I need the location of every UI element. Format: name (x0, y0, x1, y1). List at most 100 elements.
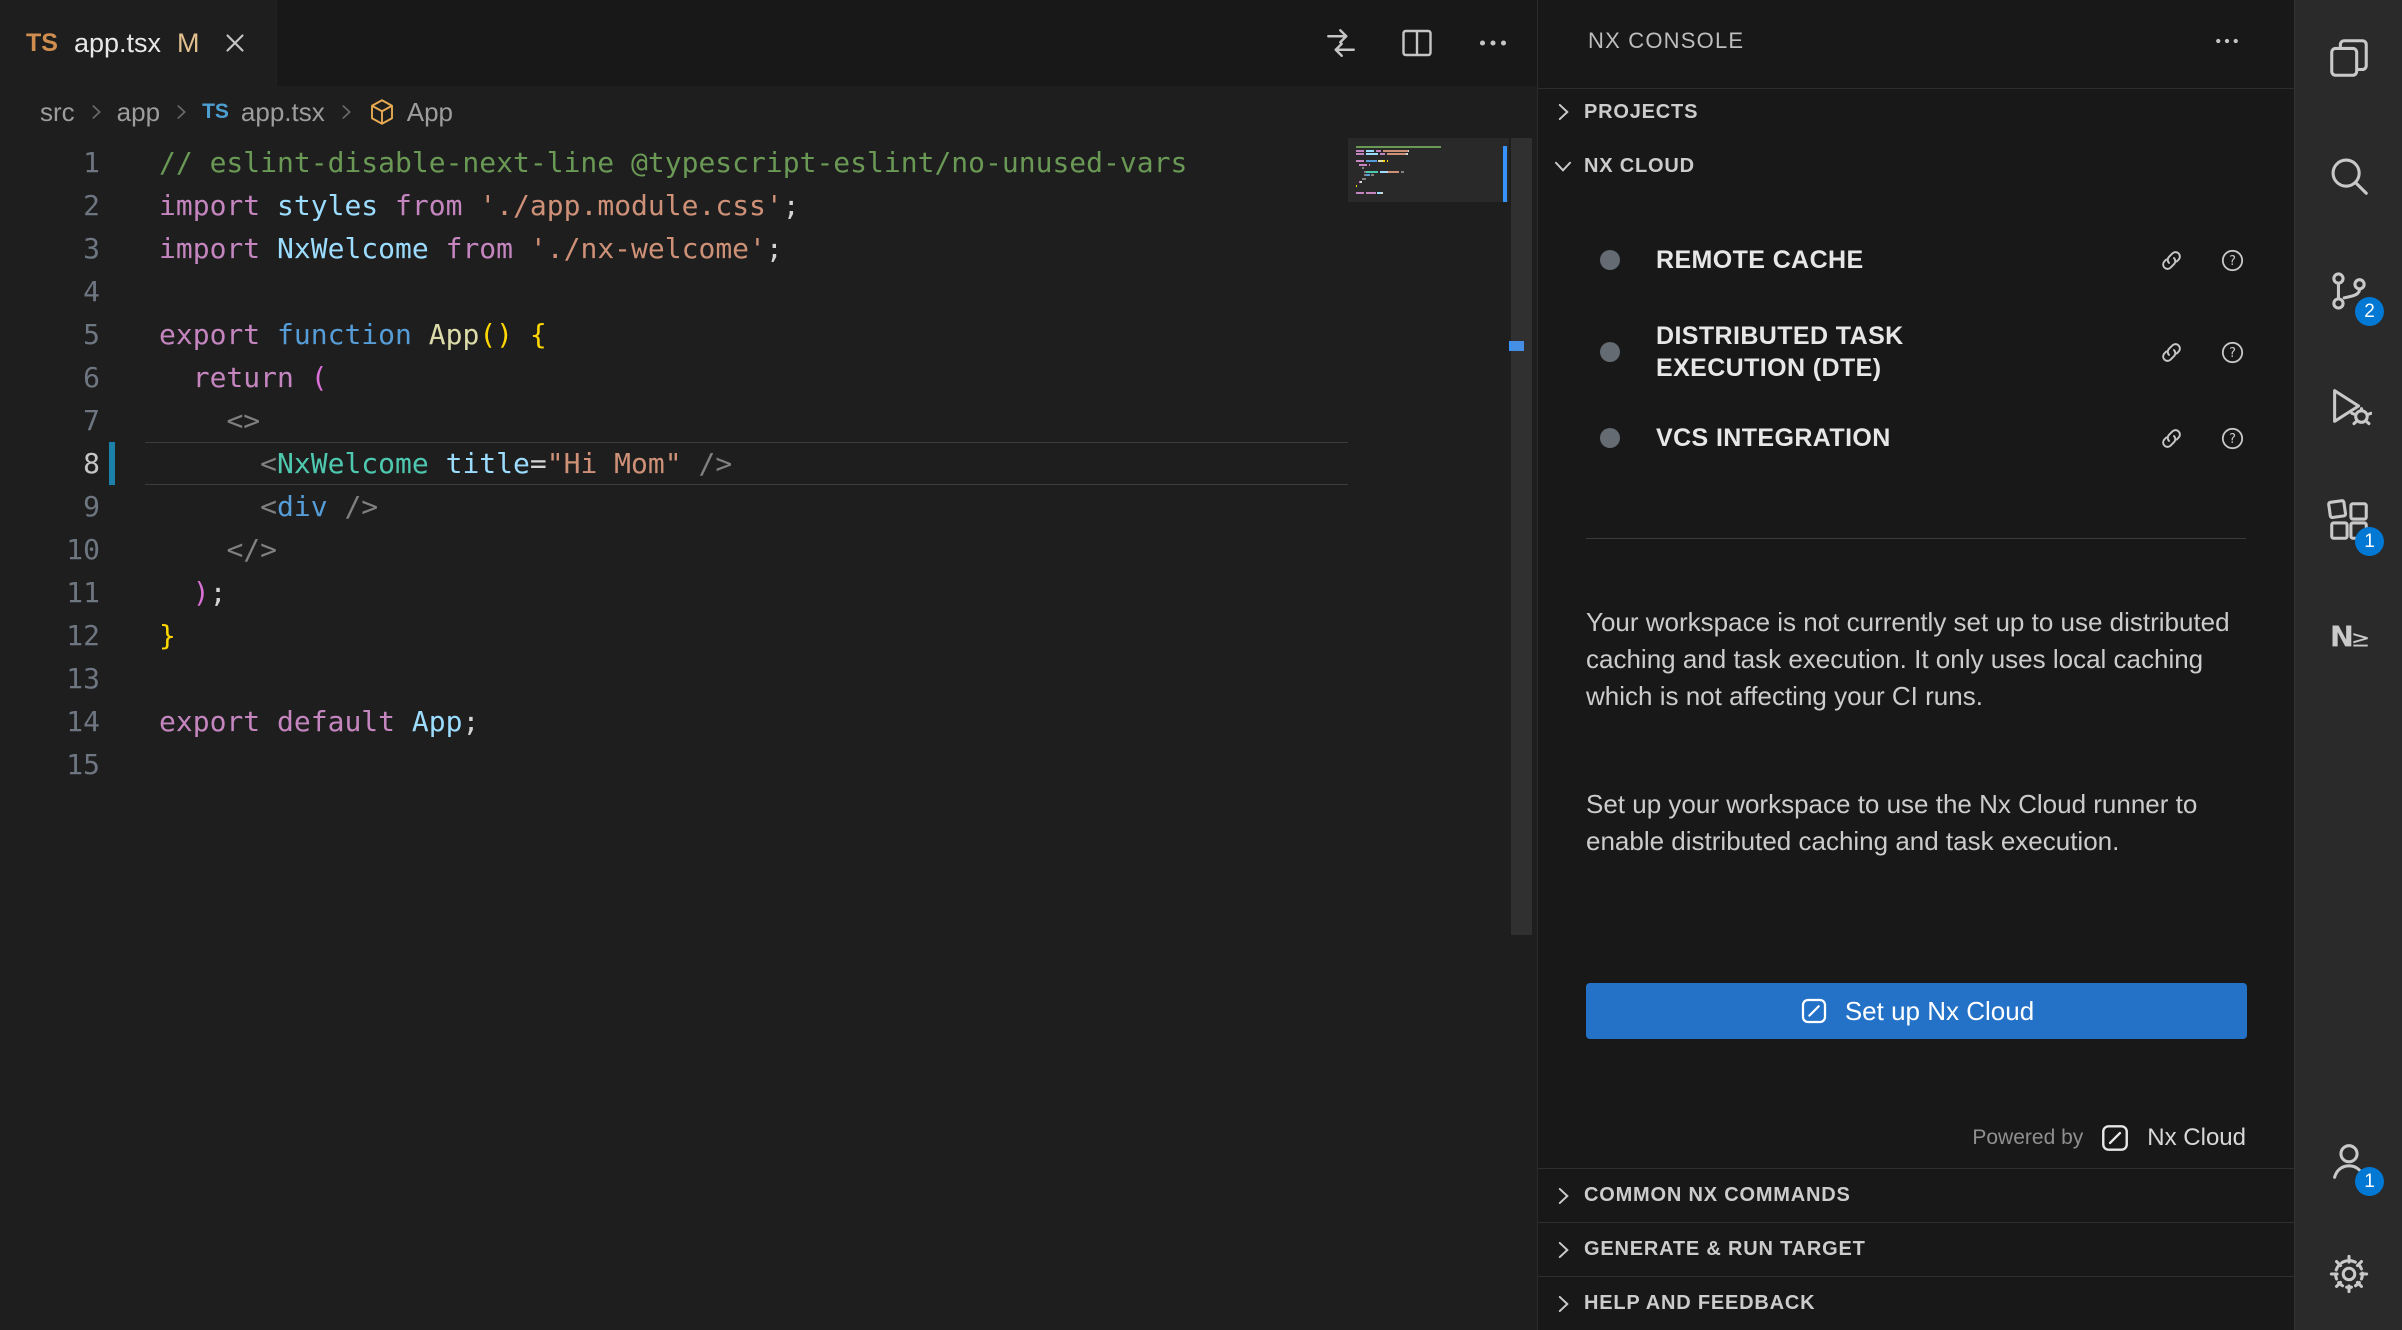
more-actions-icon[interactable] (1475, 25, 1511, 61)
chevron-right-icon (1550, 1237, 1576, 1263)
code-line[interactable]: // eslint-disable-next-line @typescript-… (145, 141, 1348, 184)
nx-console-panel: NX CONSOLE PROJECTS NX CLOUD REMOTE CACH… (1537, 0, 2294, 1330)
overview-ruler-modified-marker (1503, 146, 1507, 202)
activity-item-extensions[interactable]: 1 (2295, 476, 2402, 566)
chevron-down-icon (1550, 153, 1576, 179)
code-line[interactable]: ); (145, 571, 1348, 614)
section-nx-cloud[interactable]: NX CLOUD (1550, 144, 2294, 188)
link-icon[interactable] (2158, 339, 2185, 366)
line-number[interactable]: 12 (0, 614, 100, 657)
line-number[interactable]: 1 (0, 141, 100, 184)
activity-badge: 2 (2355, 297, 2384, 326)
svg-text:?: ? (2229, 432, 2236, 447)
breadcrumb-item-symbol[interactable]: App (407, 97, 453, 128)
powered-by[interactable]: Powered by Nx Cloud (1972, 1122, 2246, 1154)
line-number[interactable]: 13 (0, 657, 100, 700)
status-bullet-icon (1600, 342, 1620, 362)
code-line[interactable]: } (145, 614, 1348, 657)
bottom-sections: COMMON NX COMMANDS GENERATE & RUN TARGET… (1538, 1168, 2294, 1330)
editor-gutter: 123456789101112131415 (0, 141, 100, 786)
vertical-scrollbar[interactable] (1511, 138, 1532, 935)
chevron-right-icon (1550, 1183, 1576, 1209)
nx-cloud-brand: Nx Cloud (2147, 1124, 2246, 1152)
code-line[interactable]: import styles from './app.module.css'; (145, 184, 1348, 227)
activity-item-search[interactable] (2295, 131, 2402, 221)
panel-section[interactable]: COMMON NX COMMANDS (1538, 1168, 2294, 1222)
activity-badge: 1 (2355, 527, 2384, 556)
activity-item-explorer[interactable] (2295, 13, 2402, 103)
code-area[interactable]: // eslint-disable-next-line @typescript-… (145, 141, 1348, 786)
setup-nx-cloud-button[interactable]: Set up Nx Cloud (1586, 983, 2247, 1039)
line-number[interactable]: 3 (0, 227, 100, 270)
line-number[interactable]: 5 (0, 313, 100, 356)
debug-icon (2326, 383, 2372, 429)
line-number[interactable]: 2 (0, 184, 100, 227)
breadcrumb-item-src[interactable]: src (40, 97, 75, 128)
section-projects[interactable]: PROJECTS (1550, 90, 2294, 134)
chevron-right-icon (1550, 99, 1576, 125)
code-line[interactable]: import NxWelcome from './nx-welcome'; (145, 227, 1348, 270)
code-line[interactable] (145, 270, 1348, 313)
question-icon[interactable]: ? (2219, 247, 2246, 274)
tab-app-tsx[interactable]: TS app.tsx M (0, 0, 277, 86)
question-icon[interactable]: ? (2219, 425, 2246, 452)
nx-cloud-item: DISTRIBUTED TASK EXECUTION (DTE) ? (1586, 302, 2246, 402)
editor-region: TS app.tsx M src (0, 0, 1537, 1330)
activity-badge: 1 (2355, 1167, 2384, 1196)
vscode-window: TS app.tsx M src (0, 0, 2402, 1330)
status-bullet-icon (1600, 428, 1620, 448)
button-label: Set up Nx Cloud (1845, 996, 2034, 1027)
section-label: GENERATE & RUN TARGET (1584, 1238, 1866, 1261)
link-icon[interactable] (2158, 247, 2185, 274)
code-line[interactable]: <NxWelcome title="Hi Mom" /> (145, 442, 1348, 485)
typescript-file-icon: TS (26, 29, 58, 58)
activity-item-settings[interactable] (2295, 1229, 2402, 1319)
line-number[interactable]: 15 (0, 743, 100, 786)
line-number[interactable]: 4 (0, 270, 100, 313)
activity-item-source-control[interactable]: 2 (2295, 246, 2402, 336)
close-icon[interactable] (220, 28, 250, 58)
code-line[interactable]: </> (145, 528, 1348, 571)
activity-item-run-debug[interactable] (2295, 361, 2402, 451)
editor-actions (1323, 0, 1511, 86)
question-icon[interactable]: ? (2219, 339, 2246, 366)
panel-section[interactable]: GENERATE & RUN TARGET (1538, 1222, 2294, 1276)
line-number[interactable]: 8 (0, 442, 100, 485)
nx-cloud-item: REMOTE CACHE ? (1586, 228, 2246, 292)
nx-cloud-item-label: VCS INTEGRATION (1656, 422, 1986, 454)
line-number[interactable]: 10 (0, 528, 100, 571)
nx-icon: N≥ (2326, 613, 2372, 659)
code-line[interactable]: <> (145, 399, 1348, 442)
code-line[interactable]: export function App() { (145, 313, 1348, 356)
line-number[interactable]: 14 (0, 700, 100, 743)
split-editor-icon[interactable] (1399, 25, 1435, 61)
powered-by-label: Powered by (1972, 1126, 2083, 1150)
tab-label: app.tsx (74, 28, 161, 59)
breadcrumb: src app TS app.tsx App (0, 86, 1537, 138)
breadcrumb-item-file[interactable]: app.tsx (241, 97, 325, 128)
activity-item-nx-console[interactable]: N≥ (2295, 591, 2402, 681)
line-number[interactable]: 11 (0, 571, 100, 614)
panel-section[interactable]: HELP AND FEEDBACK (1538, 1276, 2294, 1330)
open-changes-icon[interactable] (1323, 25, 1359, 61)
section-label: PROJECTS (1584, 101, 1698, 124)
chevron-right-icon (170, 101, 192, 123)
workspace-status-text: Your workspace is not currently set up t… (1586, 604, 2246, 715)
breadcrumb-item-app[interactable]: app (117, 97, 160, 128)
settings-gear-icon (2326, 1251, 2372, 1297)
more-actions-icon[interactable] (2212, 26, 2242, 56)
tab-bar: TS app.tsx M (0, 0, 1537, 86)
modified-indicator: M (177, 28, 200, 59)
code-line[interactable] (145, 657, 1348, 700)
code-line[interactable] (145, 743, 1348, 786)
line-number[interactable]: 6 (0, 356, 100, 399)
minimap[interactable] (1348, 138, 1509, 1330)
code-line[interactable]: export default App; (145, 700, 1348, 743)
code-line[interactable]: return ( (145, 356, 1348, 399)
svg-text:?: ? (2229, 346, 2236, 361)
activity-item-account[interactable]: 1 (2295, 1116, 2402, 1206)
line-number[interactable]: 7 (0, 399, 100, 442)
code-line[interactable]: <div /> (145, 485, 1348, 528)
link-icon[interactable] (2158, 425, 2185, 452)
line-number[interactable]: 9 (0, 485, 100, 528)
